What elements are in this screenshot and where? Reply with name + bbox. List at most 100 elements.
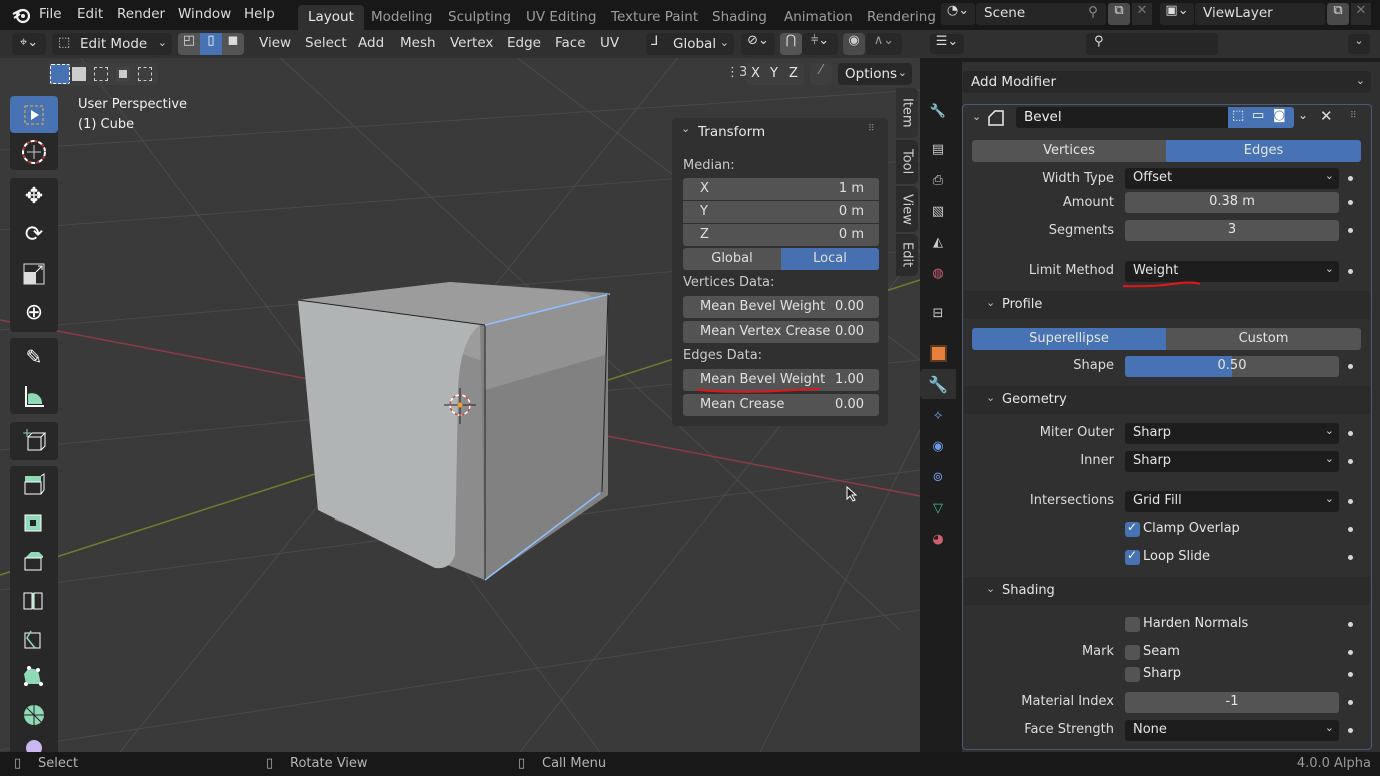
keyframe-dot[interactable] [1348,672,1353,677]
particles-properties-icon[interactable]: ⟡ [920,400,956,430]
data-properties-icon[interactable]: ▽ [920,493,956,523]
affect-edges-toggle[interactable]: Edges [1166,140,1361,162]
scene-name-field[interactable]: Scene ⚲ [976,3,1106,25]
editor-type-icon[interactable]: ☰⌄ [930,34,964,54]
3d-viewport[interactable]: ⌖⌄ ⬚ Edit Mode ⌄ ◰ ▯ ◼ View Select Add M… [0,30,920,752]
tab-modeling[interactable]: Modeling [361,5,442,30]
profile-subpanel-header[interactable]: ⌄ Profile [964,291,1370,319]
delete-scene-icon[interactable]: ✕ [1132,3,1152,25]
face-strength-dropdown[interactable]: None ⌄ [1125,720,1339,741]
mode-dropdown[interactable]: ⬚ Edit Mode ⌄ [52,33,172,55]
auto-merge-icon[interactable]: ⁄ [810,63,832,85]
render-properties-icon[interactable]: ▤ [920,134,956,164]
keyframe-dot[interactable] [1348,431,1353,436]
tab-rendering[interactable]: Rendering [857,5,937,30]
edge-crease-field[interactable]: Mean Crease 0.00 [683,394,879,416]
keyframe-dot[interactable] [1348,200,1353,205]
harden-normals-label[interactable]: Harden Normals [1143,616,1248,631]
menu-view[interactable]: View [259,35,291,51]
orientation-dropdown[interactable]: ⅃ Global ⌄ [646,33,734,55]
cursor-tool-icon[interactable] [10,133,58,170]
select-new-icon[interactable] [50,64,70,84]
scene-selector-icon[interactable]: ◔⌄ [941,3,975,25]
loop-cut-tool-icon[interactable] [10,581,58,618]
keyframe-dot[interactable] [1348,364,1353,369]
tab-shading[interactable]: Shading [702,5,777,30]
vertex-crease-field[interactable]: Mean Vertex Crease 0.00 [683,321,879,343]
loop-slide-checkbox[interactable]: ✓ [1125,548,1140,565]
new-scene-icon[interactable]: ⧉ [1108,3,1130,25]
constraint-properties-icon[interactable]: ⊚ [920,462,956,492]
keyframe-dot[interactable] [1348,269,1353,274]
global-toggle[interactable]: Global [683,248,781,270]
modifier-name-input[interactable]: Bevel [1016,107,1228,128]
limit-method-dropdown[interactable]: Weight ⌄ [1125,261,1339,282]
cube-mesh[interactable] [280,270,640,610]
keyframe-dot[interactable] [1348,650,1353,655]
custom-profile-toggle[interactable]: Custom [1166,328,1361,350]
render-display-icon[interactable]: ◙ [1273,108,1286,123]
clamp-overlap-label[interactable]: Clamp Overlap [1143,521,1240,536]
harden-normals-checkbox[interactable] [1125,617,1140,632]
keyframe-dot[interactable] [1348,728,1353,733]
spin-tool-icon[interactable] [10,696,58,733]
tab-texture-paint[interactable]: Texture Paint [601,5,708,30]
move-tool-icon[interactable]: ✥ [10,178,58,215]
tab-uv-editing[interactable]: UV Editing [516,5,606,30]
keyframe-dot[interactable] [1348,700,1353,705]
bevel-tool-icon[interactable] [10,542,58,579]
mark-sharp-checkbox[interactable] [1125,667,1140,682]
delete-view-layer-icon[interactable]: ✕ [1351,3,1371,25]
add-cube-tool-icon[interactable]: + [10,422,58,459]
modifier-dropdown-chevron-icon[interactable]: ⌄ [1298,108,1308,122]
view-layer-properties-icon[interactable]: ▧ [920,196,956,226]
panel-title[interactable]: Transform [698,124,765,140]
new-view-layer-icon[interactable]: ⧉ [1327,3,1349,25]
menu-face[interactable]: Face [555,35,586,51]
width-type-dropdown[interactable]: Offset ⌄ [1125,168,1339,189]
sidebar-tab-tool[interactable]: Tool [896,140,918,184]
scale-tool-icon[interactable] [10,255,58,292]
editor-type-icon[interactable]: ⌖⌄ [12,33,46,55]
tab-layout[interactable]: Layout [298,5,364,30]
mirror-icon[interactable]: ⋮3 [726,65,747,80]
loop-slide-label[interactable]: Loop Slide [1143,549,1210,564]
smooth-tool-icon[interactable] [10,734,58,752]
material-properties-icon[interactable]: ◕ [920,524,956,554]
shape-slider[interactable]: 0.50 [1125,356,1339,377]
snap-toggle-icon[interactable]: ⋂ [780,33,802,55]
object-properties-icon[interactable] [920,338,956,368]
select-box-tool-icon[interactable] [10,96,58,133]
blender-logo-icon[interactable] [11,5,31,25]
material-index-field[interactable]: -1 [1125,692,1339,713]
sidebar-tab-edit[interactable]: Edit [896,234,918,276]
amount-field[interactable]: 0.38 m [1125,192,1339,213]
select-intersect-icon[interactable] [138,67,152,81]
keyframe-dot[interactable] [1348,459,1353,464]
affect-vertices-toggle[interactable]: Vertices [972,140,1166,162]
edge-select-mode-icon[interactable]: ▯ [200,33,222,55]
collection-properties-icon[interactable]: ⊟ [920,298,956,328]
tool-properties-icon[interactable]: 🔧 [920,96,956,126]
clamp-overlap-checkbox[interactable]: ✓ [1125,520,1140,537]
menu-edge[interactable]: Edge [507,35,541,51]
local-toggle[interactable]: Local [781,248,879,270]
face-select-mode-icon[interactable]: ◼ [222,33,244,55]
edit-mode-display-icon[interactable]: ⬚ [1232,108,1244,123]
modifier-properties-icon[interactable]: 🔧 [920,369,956,399]
menu-mesh[interactable]: Mesh [400,35,436,51]
poly-build-tool-icon[interactable] [10,658,58,695]
knife-tool-icon[interactable] [10,620,58,657]
menu-window[interactable]: Window [178,6,231,22]
collapse-chevron-icon[interactable]: ⌄ [681,122,690,135]
menu-help[interactable]: Help [244,6,275,22]
inset-tool-icon[interactable] [10,504,58,541]
miter-inner-dropdown[interactable]: Sharp ⌄ [1125,451,1339,472]
mirror-y-toggle[interactable]: Y [770,66,778,81]
median-z-field[interactable]: Z 0 m [683,224,879,246]
mark-seam-checkbox[interactable] [1125,645,1140,660]
world-properties-icon[interactable]: ◍ [920,258,956,288]
shading-subpanel-header[interactable]: ⌄ Shading [964,577,1370,605]
keyframe-dot[interactable] [1348,622,1353,627]
sidebar-tab-item[interactable]: Item [896,88,918,138]
